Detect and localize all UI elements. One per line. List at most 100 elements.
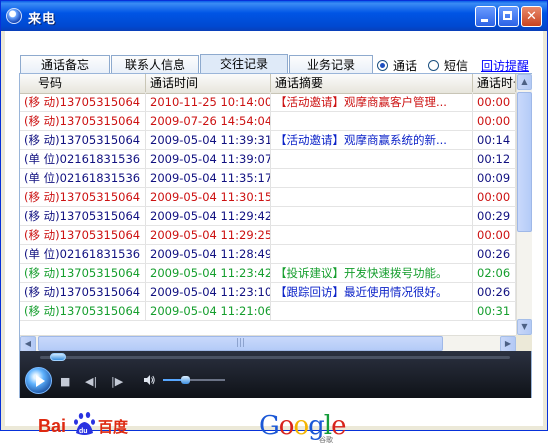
cell-duration: 00:00	[473, 112, 516, 130]
play-button[interactable]	[25, 367, 52, 394]
svg-text:百度: 百度	[98, 418, 129, 436]
cell-call-time: 2009-05-04 11:23:10	[146, 283, 271, 301]
table-row[interactable]: (单 位)02161831536 2009-05-04 11:39:07 00:12	[20, 150, 516, 169]
column-call-time[interactable]: 通话时间	[146, 74, 271, 92]
cell-number: (移 动)13705315064	[20, 264, 146, 282]
tab-contact-info[interactable]: 联系人信息	[111, 55, 199, 75]
previous-icon[interactable]: ◀|	[85, 375, 97, 388]
scroll-up-button[interactable]: ▲	[517, 74, 532, 90]
table-row[interactable]: (移 动)13705315064 2009-05-04 11:39:31 【活动邀请…	[20, 131, 516, 150]
maximize-button[interactable]	[498, 6, 519, 27]
cell-call-time: 2009-05-04 11:35:17	[146, 169, 271, 187]
cell-summary	[271, 245, 473, 263]
content-area: 通话备忘 联系人信息 交往记录 业务记录 通话 短信 回访提醒 号码 通话时间 …	[5, 31, 543, 444]
cell-summary: 【活动邀请】观摩商赢系统的新...	[271, 131, 473, 149]
cell-number: (移 动)13705315064	[20, 93, 146, 111]
column-summary[interactable]: 通话摘要	[271, 74, 473, 92]
cell-call-time: 2009-05-04 11:28:49	[146, 245, 271, 263]
call-radio-option[interactable]: 通话	[377, 57, 417, 73]
cell-number: (移 动)13705315064	[20, 283, 146, 301]
cell-duration: 00:31	[473, 302, 516, 320]
table-row[interactable]: (移 动)13705315064 2009-05-04 11:29:25 00:00	[20, 226, 516, 245]
vertical-scroll-thumb[interactable]	[517, 92, 532, 232]
baidu-logo: Bai du 百度	[38, 408, 138, 438]
cell-duration: 00:12	[473, 150, 516, 168]
cell-summary	[271, 169, 473, 187]
cell-duration: 00:00	[473, 188, 516, 206]
minimize-button[interactable]	[475, 6, 496, 27]
horizontal-scrollbar[interactable]: ◀ ||| ▶	[20, 335, 516, 352]
cell-duration: 00:26	[473, 245, 516, 263]
table-row[interactable]: (移 动)13705315064 2009-05-04 11:21:06 00:31	[20, 302, 516, 321]
cell-summary	[271, 226, 473, 244]
table-row[interactable]: (移 动)13705315064 2010-11-25 10:14:00 【活动邀请…	[20, 93, 516, 112]
table-row[interactable]: (单 位)02161831536 2009-05-04 11:28:49 00:26	[20, 245, 516, 264]
cell-number: (移 动)13705315064	[20, 112, 146, 130]
records-table: (移 动)13705315064 2010-11-25 10:14:00 【活动邀请…	[20, 93, 516, 336]
scroll-down-button[interactable]: ▼	[517, 319, 532, 335]
minimize-icon	[481, 19, 488, 22]
tab-business-records[interactable]: 业务记录	[289, 55, 373, 75]
cell-number: (移 动)13705315064	[20, 131, 146, 149]
table-row[interactable]: (单 位)02161831536 2009-05-04 11:35:17 00:09	[20, 169, 516, 188]
seek-knob[interactable]	[50, 353, 67, 361]
cell-number: (移 动)13705315064	[20, 188, 146, 206]
cell-summary	[271, 112, 473, 130]
close-button[interactable]: ✕	[521, 6, 542, 27]
table-row[interactable]: (移 动)13705315064 2009-05-04 11:23:10 【跟踪回访…	[20, 283, 516, 302]
stop-icon[interactable]: ■	[60, 375, 70, 388]
maximize-icon	[503, 11, 512, 20]
scroll-left-button[interactable]: ◀	[20, 336, 36, 352]
vertical-scrollbar[interactable]: ▲ ▼	[516, 74, 532, 335]
incoming-call-window: 来电 ✕ 通话备忘 联系人信息 交往记录 业务记录 通话 短信 回访提醒 号码 …	[0, 0, 548, 444]
volume-icon[interactable]	[143, 374, 155, 386]
cell-call-time: 2009-05-04 11:39:07	[146, 150, 271, 168]
tab-call-memo[interactable]: 通话备忘	[20, 55, 110, 75]
cell-summary: 【跟踪回访】最近使用情况很好。	[271, 283, 473, 301]
sms-radio-label: 短信	[444, 59, 469, 73]
call-radio[interactable]	[377, 60, 388, 71]
table-row[interactable]: (移 动)13705315064 2009-05-04 11:23:42 【投诉建议…	[20, 264, 516, 283]
cell-call-time: 2009-05-04 11:23:42	[146, 264, 271, 282]
cell-call-time: 2009-05-04 11:29:42	[146, 207, 271, 225]
table-row[interactable]: (移 动)13705315064 2009-05-04 11:29:42 00:29	[20, 207, 516, 226]
call-radio-label: 通话	[393, 59, 418, 73]
scroll-corner	[516, 335, 532, 351]
cell-summary	[271, 302, 473, 320]
table-row[interactable]: (移 动)13705315064 2009-05-04 11:30:15 00:00	[20, 188, 516, 207]
cell-summary	[271, 150, 473, 168]
sms-radio[interactable]	[428, 60, 439, 71]
cell-number: (移 动)13705315064	[20, 207, 146, 225]
window-title: 来电	[28, 12, 57, 27]
cell-number: (单 位)02161831536	[20, 169, 146, 187]
cell-summary	[271, 188, 473, 206]
close-icon: ✕	[526, 9, 537, 24]
tab-interaction-records[interactable]: 交往记录	[200, 54, 288, 75]
title-bar[interactable]: 来电 ✕	[1, 1, 547, 31]
cell-summary: 【投诉建议】开发快速拨号功能。	[271, 264, 473, 282]
table-row[interactable]: (移 动)13705315064 2009-07-26 14:54:04 00:00	[20, 112, 516, 131]
followup-reminder-link[interactable]: 回访提醒	[481, 57, 529, 74]
play-icon	[36, 375, 45, 387]
cell-duration: 00:00	[473, 93, 516, 111]
cell-number: (移 动)13705315064	[20, 302, 146, 320]
cell-call-time: 2009-07-26 14:54:04	[146, 112, 271, 130]
next-icon[interactable]: |▶	[111, 375, 123, 388]
column-duration[interactable]: 通话时长	[473, 74, 516, 92]
cell-call-time: 2009-05-04 11:21:06	[146, 302, 271, 320]
column-number[interactable]: 号码	[20, 74, 146, 92]
app-icon	[6, 8, 22, 24]
scroll-right-button[interactable]: ▶	[500, 336, 516, 352]
svg-text:du: du	[79, 428, 88, 435]
cell-duration: 02:06	[473, 264, 516, 282]
cell-summary	[271, 207, 473, 225]
sms-radio-option[interactable]: 短信	[428, 57, 468, 73]
cell-summary: 【活动邀请】观摩商赢客户管理...	[271, 93, 473, 111]
cell-call-time: 2009-05-04 11:39:31	[146, 131, 271, 149]
cell-duration: 00:26	[473, 283, 516, 301]
horizontal-scroll-thumb[interactable]: |||	[38, 336, 443, 351]
volume-knob[interactable]	[180, 376, 190, 384]
cell-call-time: 2009-05-04 11:30:15	[146, 188, 271, 206]
seek-track[interactable]	[40, 356, 510, 359]
media-player: ■ ◀| |▶	[20, 351, 531, 398]
